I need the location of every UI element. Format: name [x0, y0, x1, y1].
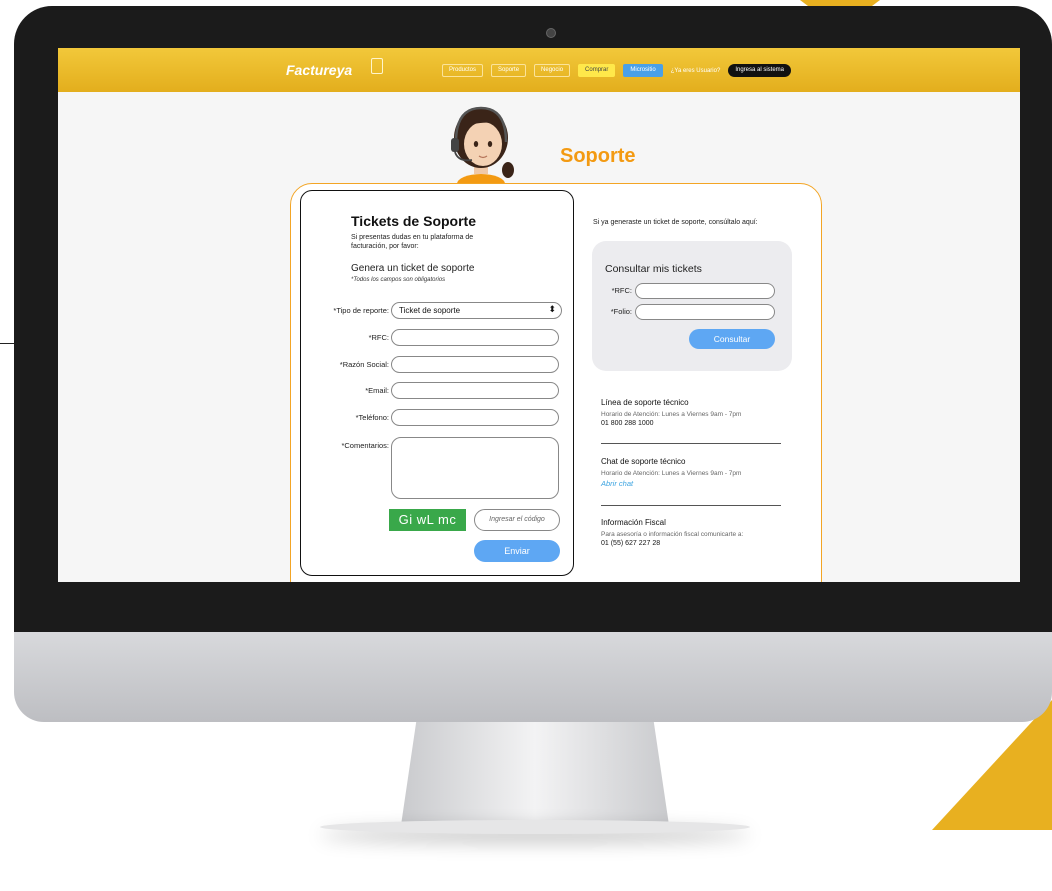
- report-type-value: Ticket de soporte: [399, 306, 461, 315]
- send-button[interactable]: Enviar: [474, 540, 560, 562]
- page-title: Soporte: [560, 145, 636, 167]
- consult-box: Consultar mis tickets *RFC: *Folio: Cons…: [592, 241, 792, 371]
- captcha-input[interactable]: Ingresar el código: [474, 509, 560, 531]
- monitor-stand: [400, 722, 670, 832]
- chat-support-title: Chat de soporte técnico: [601, 457, 686, 466]
- nav-comprar[interactable]: Comprar: [578, 64, 616, 77]
- phone-row: *Teléfono:: [301, 409, 575, 427]
- rfc-label: *RFC:: [368, 333, 389, 342]
- top-bar: Factureya Productos Soporte Negocio Comp…: [58, 48, 1020, 92]
- report-type-select[interactable]: Ticket de soporte ⬍: [391, 302, 562, 319]
- nav-micrositio[interactable]: Micrositio: [623, 64, 663, 77]
- fiscal-info: Información Fiscal Para asesoría o infor…: [601, 518, 791, 547]
- consult-rfc-row: *RFC:: [592, 283, 792, 299]
- support-line-title: Línea de soporte técnico: [601, 398, 689, 407]
- fiscal-info-title: Información Fiscal: [601, 518, 666, 527]
- chat-support-hours: Horario de Atención: Lunes a Viernes 9am…: [601, 470, 742, 477]
- user-question: ¿Ya eres Usuario?: [670, 67, 721, 74]
- monitor-stand-base: [320, 820, 750, 834]
- consult-folio-input[interactable]: [635, 304, 775, 320]
- fiscal-info-phone: 01 (55) 627 227 28: [601, 540, 661, 547]
- ticket-form-generate: Genera un ticket de soporte: [351, 263, 475, 274]
- divider: [601, 505, 781, 506]
- support-agent-avatar: [451, 106, 514, 188]
- report-type-label: *Tipo de reporte:: [333, 306, 389, 315]
- consult-folio-label: *Folio:: [610, 307, 632, 316]
- ticket-form-subtitle: Si presentas dudas en tu plataforma de f…: [351, 234, 474, 250]
- comments-label: *Comentarios:: [341, 441, 389, 450]
- nav-negocio[interactable]: Negocio: [534, 64, 571, 77]
- email-label: *Email:: [365, 386, 389, 395]
- required-note: *Todos los campos son obligatorios: [351, 277, 446, 283]
- select-arrows-icon: ⬍: [548, 304, 556, 314]
- login-button[interactable]: Ingresa al sistema: [728, 64, 792, 77]
- comments-row: *Comentarios:: [301, 437, 575, 499]
- screen: Factureya Productos Soporte Negocio Comp…: [58, 48, 1020, 582]
- phone-input[interactable]: [391, 409, 559, 426]
- consult-rfc-label: *RFC:: [611, 286, 632, 295]
- razon-social-input[interactable]: [391, 356, 559, 373]
- nav-productos[interactable]: Productos: [442, 64, 484, 77]
- consult-title: Consultar mis tickets: [605, 263, 702, 275]
- support-line-info: Línea de soporte técnico Horario de Aten…: [601, 398, 791, 427]
- divider: [601, 443, 781, 444]
- captcha-image: Gi wL mc: [389, 509, 466, 531]
- document-icon: [371, 58, 383, 74]
- support-line-phone: 01 800 288 1000: [601, 420, 654, 427]
- logo[interactable]: Factureya: [286, 62, 352, 78]
- nav-soporte[interactable]: Soporte: [491, 64, 527, 77]
- monitor-chin: [14, 632, 1052, 722]
- email-row: *Email:: [301, 382, 575, 400]
- razon-row: *Razón Social:: [301, 356, 575, 374]
- consult-prompt: Si ya generaste un ticket de soporte, co…: [593, 219, 758, 226]
- consult-rfc-input[interactable]: [635, 283, 775, 299]
- support-line-hours: Horario de Atención: Lunes a Viernes 9am…: [601, 411, 742, 418]
- consult-button[interactable]: Consultar: [689, 329, 775, 349]
- chat-support-info: Chat de soporte técnico Horario de Atenc…: [601, 457, 791, 488]
- open-chat-link[interactable]: Abrir chat: [601, 479, 791, 488]
- main-nav: Productos Soporte Negocio Comprar Micros…: [442, 64, 792, 77]
- fiscal-info-text: Para asesoría o información fiscal comun…: [601, 531, 744, 538]
- camera-icon: [546, 28, 556, 38]
- rfc-row: *RFC:: [301, 329, 575, 347]
- ticket-form-title: Tickets de Soporte: [351, 213, 477, 229]
- email-input[interactable]: [391, 382, 559, 399]
- phone-label: *Teléfono:: [355, 413, 389, 422]
- rfc-input[interactable]: [391, 329, 559, 346]
- comments-textarea[interactable]: [391, 437, 559, 499]
- razon-label: *Razón Social:: [339, 360, 389, 369]
- report-type-row: *Tipo de reporte: Ticket de soporte ⬍: [301, 302, 575, 320]
- consult-folio-row: *Folio:: [592, 304, 792, 320]
- ticket-form-card: Tickets de Soporte Si presentas dudas en…: [300, 190, 574, 576]
